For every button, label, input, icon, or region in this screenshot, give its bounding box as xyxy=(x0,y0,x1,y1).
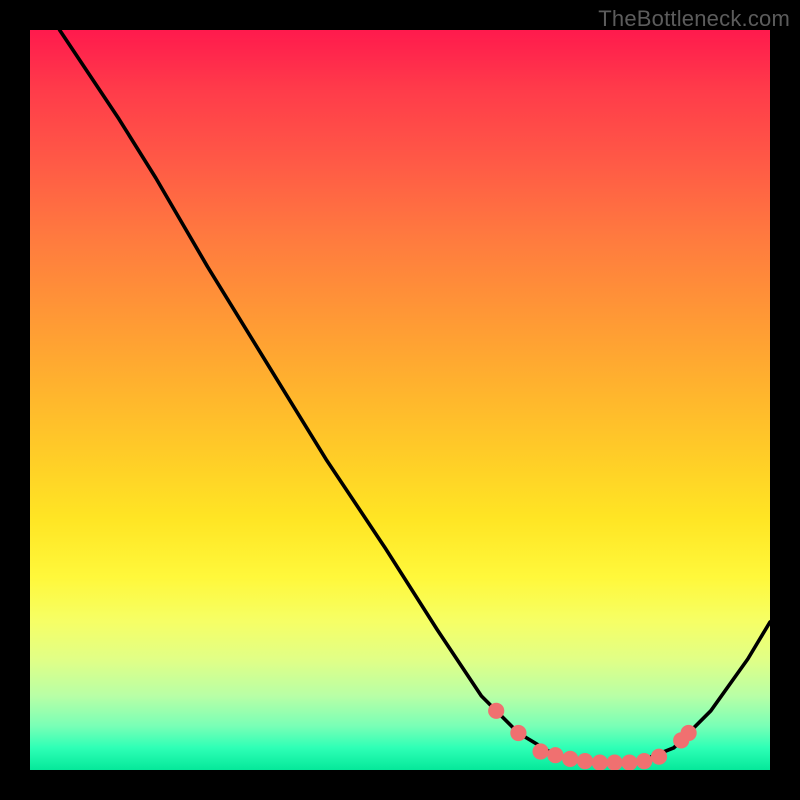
data-dot xyxy=(636,753,652,769)
data-dot xyxy=(621,755,637,771)
watermark-text: TheBottleneck.com xyxy=(598,6,790,32)
data-dot xyxy=(592,755,608,771)
data-dot xyxy=(681,725,697,741)
data-dot xyxy=(607,755,623,771)
data-dot xyxy=(533,743,549,759)
data-dot xyxy=(651,749,667,765)
chart-svg xyxy=(30,30,770,770)
curve-line xyxy=(60,30,770,763)
chart-plot-area xyxy=(30,30,770,770)
data-dot xyxy=(577,753,593,769)
dots-group xyxy=(488,703,697,770)
outer-frame: TheBottleneck.com xyxy=(0,0,800,800)
data-dot xyxy=(488,703,504,719)
data-dot xyxy=(510,725,526,741)
data-dot xyxy=(562,751,578,767)
data-dot xyxy=(547,747,563,763)
